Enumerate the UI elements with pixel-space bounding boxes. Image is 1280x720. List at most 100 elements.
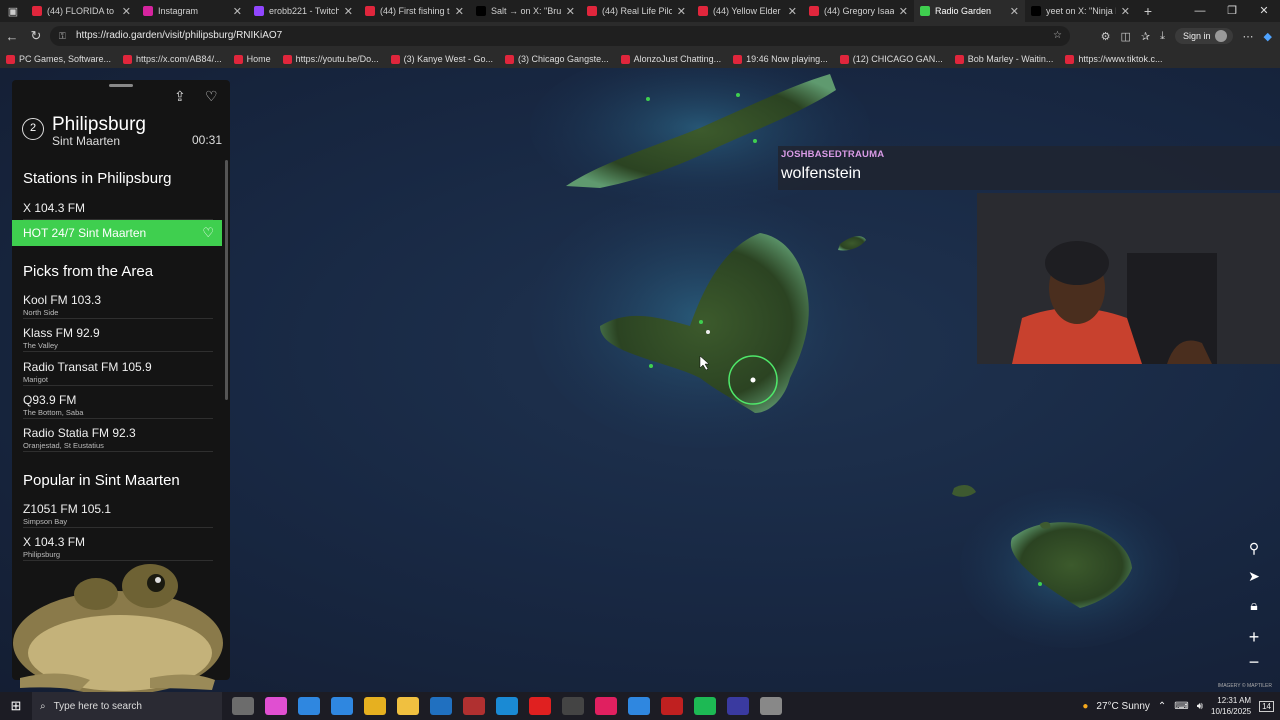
close-window-button[interactable]: ✕ [1248, 0, 1280, 22]
app-icon[interactable] [759, 697, 782, 715]
pick-station-row[interactable]: Radio Transat FM 105.9 Marigot [23, 353, 213, 386]
browser-tab[interactable]: yeet on X: "Ninja h ✕ [1025, 0, 1136, 22]
pick-station-row[interactable]: Klass FM 92.9 The Valley [23, 319, 213, 353]
browser-tab[interactable]: Salt → on X: "Bruc ✕ [470, 0, 581, 22]
browser-tab[interactable]: (44) Real Life Pilots ✕ [581, 0, 692, 22]
locate-me-icon[interactable]: ➤ [1242, 564, 1266, 588]
tab-label: (44) First fishing trip [380, 6, 450, 16]
clock[interactable]: 12:31 AM 10/16/2025 [1211, 695, 1251, 717]
url-input[interactable]: ⚿ https://radio.garden/visit/philipsburg… [50, 26, 1070, 46]
close-tab-icon[interactable]: ✕ [899, 5, 908, 18]
pick-station-row[interactable]: Radio Statia FM 92.3 Oranjestad, St Eusta… [23, 419, 213, 453]
edge-icon[interactable] [297, 697, 320, 715]
minimize-button[interactable]: — [1184, 0, 1216, 22]
bookmark-label: (3) Kanye West - Go... [403, 54, 494, 64]
close-tab-icon[interactable]: ✕ [566, 5, 575, 18]
weather-text[interactable]: 27°C Sunny [1096, 701, 1149, 712]
spotify-icon[interactable] [693, 697, 716, 715]
map-pin-icon[interactable]: ⚲ [1242, 536, 1266, 560]
browser-tab[interactable]: Instagram ✕ [137, 0, 248, 22]
copilot-icon[interactable] [264, 697, 287, 715]
browser-tab[interactable]: (44) Gregory Isaacs ✕ [803, 0, 914, 22]
bookmark-item[interactable]: https://youtu.be/Do... [282, 54, 379, 64]
pick-station-row[interactable]: Q93.9 FM The Bottom, Saba [23, 386, 213, 419]
browser-tab[interactable]: (44) Yellow Elder Pr ✕ [692, 0, 803, 22]
panel-scrollbar[interactable] [225, 160, 228, 400]
refresh-button[interactable]: ↻ [24, 28, 48, 44]
site-info-icon[interactable]: ⚿ [59, 26, 66, 46]
bookmark-item[interactable]: PC Games, Software... [6, 54, 111, 64]
copilot-icon[interactable]: ◆ [1264, 30, 1272, 43]
bookmark-item[interactable]: 19:46 Now playing... [733, 54, 828, 64]
bookmark-item[interactable]: https://www.tiktok.c... [1065, 54, 1162, 64]
favorite-star-icon[interactable]: ☆ [1053, 26, 1062, 46]
back-button[interactable]: ← [0, 29, 24, 44]
bookmark-item[interactable]: Bob Marley - Waitin... [954, 54, 1053, 64]
heart-icon[interactable]: ♡ [205, 88, 218, 105]
close-tab-icon[interactable]: ✕ [455, 5, 464, 18]
now-playing-station[interactable]: HOT 24/7 Sint Maarten ♡ [12, 220, 222, 246]
weather-icon[interactable]: ● [1082, 701, 1088, 712]
close-tab-icon[interactable]: ✕ [344, 5, 353, 18]
lock-icon[interactable]: 🔒︎ [1242, 593, 1266, 617]
file-explorer-icon[interactable] [363, 697, 386, 715]
browser-tab[interactable]: (44) First fishing trip ✕ [359, 0, 470, 22]
notifications-icon[interactable]: 14 [1259, 700, 1274, 712]
close-tab-icon[interactable]: ✕ [788, 5, 797, 18]
city-header: 2 Philipsburg Sint Maarten 00:31 [22, 114, 222, 154]
station-row[interactable]: X 104.3 FM [23, 194, 213, 220]
tab-actions-icon[interactable]: ▣ [0, 0, 26, 22]
app-icon[interactable] [561, 697, 584, 715]
maps-icon[interactable] [594, 697, 617, 715]
task-view-icon[interactable] [231, 697, 254, 715]
favorites-icon[interactable]: ✰ [1141, 30, 1150, 43]
start-button[interactable]: ⊞ [0, 698, 32, 714]
panel-drag-handle[interactable] [109, 84, 133, 87]
share-icon[interactable]: ⇪ [174, 88, 186, 105]
close-tab-icon[interactable]: ✕ [677, 5, 686, 18]
bookmark-item[interactable]: (12) CHICAGO GAN... [839, 54, 943, 64]
app-icon[interactable] [726, 697, 749, 715]
browser-tab[interactable]: (44) FLORIDA to BA ✕ [26, 0, 137, 22]
store-icon[interactable] [330, 697, 353, 715]
bookmark-item[interactable]: AlonzoJust Chatting... [620, 54, 721, 64]
steam-icon[interactable] [627, 697, 650, 715]
browser-tab[interactable]: Radio Garden ✕ [914, 0, 1025, 22]
outlook-icon[interactable] [429, 697, 452, 715]
bookmark-favicon-icon [620, 54, 630, 64]
avatar [1214, 30, 1227, 42]
pick-station-row[interactable]: Kool FM 103.3 North Side [23, 286, 213, 319]
zoom-out-button[interactable]: − [1242, 650, 1266, 674]
folder-icon[interactable] [396, 697, 419, 715]
extensions-icon[interactable]: ⚙ [1101, 30, 1111, 43]
split-screen-icon[interactable]: ◫ [1121, 30, 1131, 43]
close-tab-icon[interactable]: ✕ [1121, 5, 1130, 18]
maximize-button[interactable]: ❐ [1216, 0, 1248, 22]
bookmark-item[interactable]: Home [233, 54, 271, 64]
taskbar-search[interactable]: ⌕ Type here to search [32, 692, 222, 720]
popular-station-row[interactable]: Z1051 FM 105.1 Simpson Bay [23, 495, 213, 528]
obs-icon[interactable] [660, 697, 683, 715]
bookmark-item[interactable]: (3) Kanye West - Go... [390, 54, 494, 64]
close-tab-icon[interactable]: ✕ [122, 5, 131, 18]
new-tab-button[interactable]: + [1136, 3, 1160, 19]
close-tab-icon[interactable]: ✕ [233, 5, 242, 18]
tab-favicon-icon [476, 6, 486, 16]
app-icon[interactable] [462, 697, 485, 715]
download-icon[interactable]: ⤓ [1160, 30, 1165, 43]
app-icon[interactable] [495, 697, 518, 715]
bookmark-item[interactable]: (3) Chicago Gangste... [505, 54, 609, 64]
signin-button[interactable]: Sign in [1175, 28, 1233, 44]
volume-icon[interactable]: 🔊︎ [1197, 701, 1203, 712]
app-icon[interactable] [528, 697, 551, 715]
zoom-in-button[interactable]: + [1242, 625, 1266, 649]
station-name: X 104.3 FM [23, 201, 86, 215]
tray-overflow-icon[interactable]: ⌃ [1158, 701, 1166, 712]
bookmark-item[interactable]: https://x.com/AB84/... [123, 54, 222, 64]
more-menu-icon[interactable]: ⋯ [1243, 30, 1254, 43]
popular-station-row[interactable]: X 104.3 FM Philipsburg [23, 528, 213, 562]
network-icon[interactable]: ⌨ [1174, 701, 1188, 712]
close-tab-icon[interactable]: ✕ [1010, 5, 1019, 18]
browser-tab[interactable]: erobb221 - Twitch ✕ [248, 0, 359, 22]
favorite-heart-icon[interactable]: ♡ [202, 220, 214, 246]
